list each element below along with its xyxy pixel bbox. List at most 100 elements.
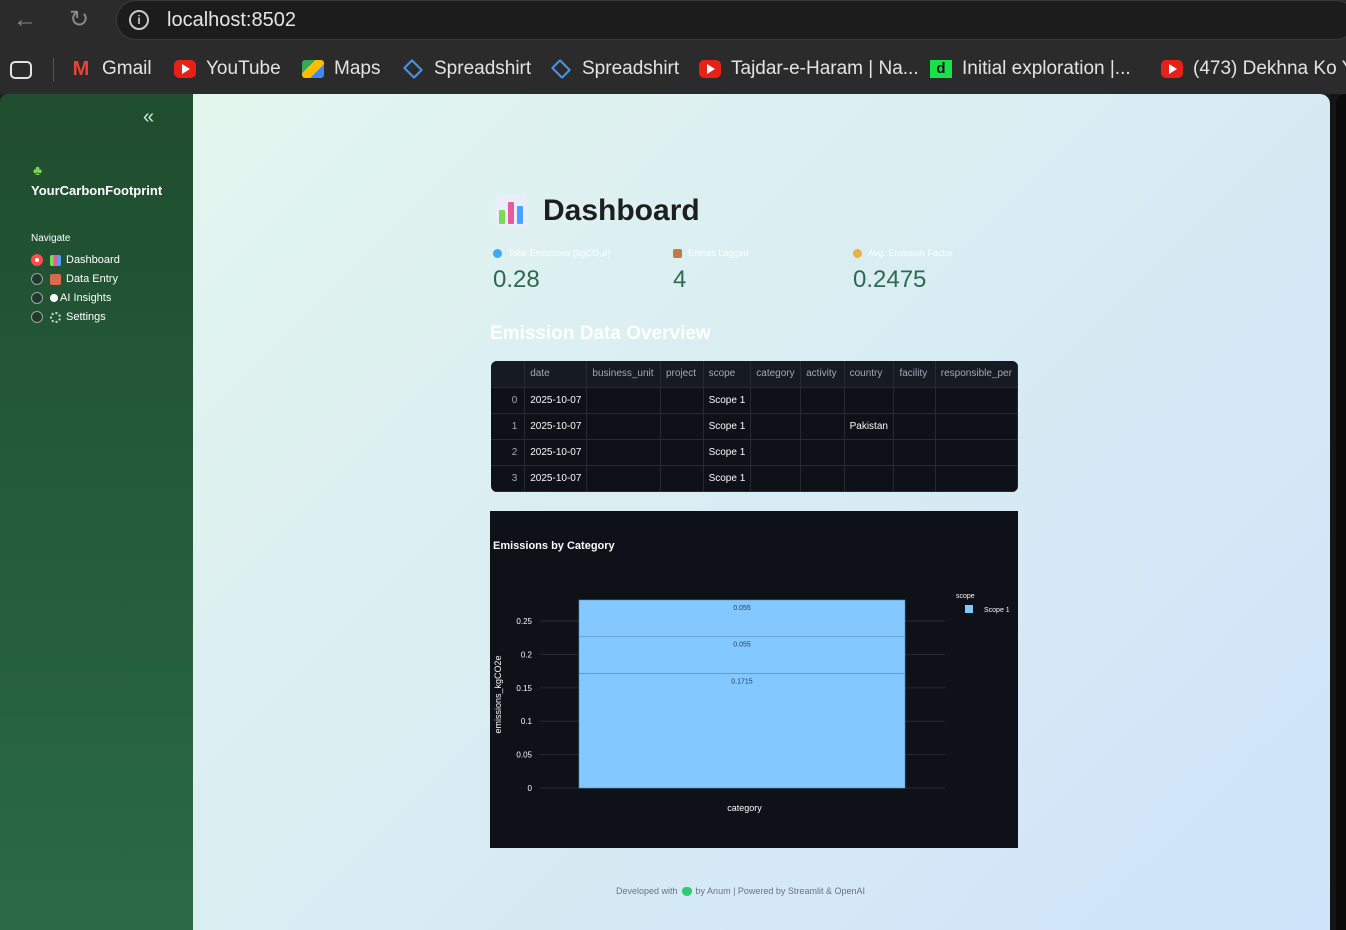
nav-item-dashboard[interactable]: Dashboard [31, 252, 120, 268]
table-row[interactable]: 0 2025-10-07 Scope 1 [491, 387, 1018, 414]
table-cell[interactable]: 2025-10-07 [524, 387, 588, 414]
row-index[interactable]: 2 [491, 439, 526, 466]
nav-item-label: Data Entry [66, 273, 118, 285]
package-icon [673, 248, 682, 258]
column-header[interactable]: business_unit [586, 361, 661, 388]
table-cell[interactable]: Scope 1 [703, 413, 752, 440]
table-row[interactable]: 2 2025-10-07 Scope 1 [491, 439, 1018, 466]
site-info-icon[interactable]: i [129, 10, 149, 30]
main-content: Dashboard Total Emissions (kgCO₂e) 0.28 … [193, 94, 1330, 930]
emissions-chart[interactable]: Emissions by Category 0 0.05 0.1 0.15 0.2 0.25… [490, 511, 1018, 848]
table-cell[interactable]: 2025-10-07 [524, 465, 588, 492]
reload-icon[interactable]: ↻ [64, 5, 94, 35]
column-header[interactable]: category [750, 361, 802, 388]
table-row[interactable]: 3 2025-10-07 Scope 1 [491, 465, 1018, 492]
bookmark-dekhna[interactable]: (473) Dekhna Ko Ya [1161, 58, 1346, 80]
table-cell[interactable] [586, 465, 661, 492]
bar-data-label: 0.055 [733, 605, 751, 612]
bookmark-spreadshirt-1[interactable]: Spreadshirt [402, 58, 531, 80]
address-bar[interactable]: i localhost:8502 [116, 0, 1346, 40]
nav-item-settings[interactable]: Settings [31, 309, 106, 325]
spreadshirt-icon [550, 58, 572, 80]
table-cell[interactable]: 2025-10-07 [524, 439, 588, 466]
y-tick-label: 0.05 [516, 751, 532, 760]
table-cell[interactable]: Scope 1 [703, 465, 752, 492]
table-cell[interactable] [800, 465, 845, 492]
bookmark-initial-exploration[interactable]: d Initial exploration |... [930, 58, 1131, 80]
row-index[interactable]: 0 [491, 387, 526, 414]
table-cell[interactable] [935, 387, 1018, 414]
table-row[interactable]: 1 2025-10-07 Scope 1 Pakistan [491, 413, 1018, 440]
table-cell[interactable] [660, 387, 704, 414]
radio-selected[interactable] [31, 254, 43, 266]
column-header[interactable]: scope [703, 361, 752, 388]
table-cell[interactable] [660, 413, 704, 440]
table-cell[interactable] [893, 439, 936, 466]
bookmark-spreadshirt-2[interactable]: Spreadshirt [550, 58, 679, 80]
chart-title: Emissions by Category [493, 540, 616, 552]
row-index[interactable]: 3 [491, 465, 526, 492]
column-header[interactable] [491, 361, 526, 388]
metric-value: 0.28 [493, 266, 540, 293]
table-cell[interactable] [800, 413, 845, 440]
bookmark-maps[interactable]: Maps [302, 58, 380, 80]
bookmark-label: Maps [334, 58, 381, 79]
metric-label: Total Emissions (kgCO₂e) [508, 248, 611, 258]
column-header[interactable]: facility [893, 361, 936, 388]
table-cell[interactable] [844, 465, 895, 492]
table-cell[interactable] [800, 439, 845, 466]
table-cell[interactable] [750, 387, 802, 414]
table-cell[interactable] [893, 387, 936, 414]
bookmark-label: Spreadshirt [582, 58, 680, 79]
table-cell[interactable] [586, 439, 661, 466]
table-cell[interactable] [935, 439, 1018, 466]
table-cell[interactable]: 2025-10-07 [524, 413, 588, 440]
collapse-sidebar-icon[interactable]: « [143, 106, 154, 129]
nav-item-data-entry[interactable]: Data Entry [31, 271, 118, 287]
tab-search-icon[interactable] [10, 59, 42, 81]
table-cell[interactable]: Scope 1 [703, 387, 752, 414]
table-cell[interactable] [893, 465, 936, 492]
column-header[interactable]: country [844, 361, 895, 388]
table-cell[interactable] [935, 465, 1018, 492]
browser-toolbar: ← ↻ i localhost:8502 [0, 0, 1346, 42]
bar-segment [578, 673, 906, 789]
metric-label: Entries Logged [688, 248, 749, 258]
column-header[interactable]: responsible_per [935, 361, 1018, 388]
table-cell[interactable] [586, 413, 661, 440]
table-cell[interactable] [893, 413, 936, 440]
back-arrow-icon[interactable]: ← [10, 5, 40, 35]
bookmark-gmail[interactable]: M Gmail [70, 58, 152, 80]
table-cell[interactable]: Scope 1 [703, 439, 752, 466]
radio-unselected[interactable] [31, 311, 43, 323]
column-header[interactable]: project [660, 361, 704, 388]
metric-total-emissions: Total Emissions (kgCO₂e) 0.28 [493, 248, 611, 294]
table-cell[interactable]: Pakistan [844, 413, 895, 440]
bookmarks-bar: M Gmail YouTube Maps Spreadshirt Spreads… [0, 42, 1346, 94]
table-cell[interactable] [844, 387, 895, 414]
column-header[interactable]: date [524, 361, 588, 388]
bookmark-tajdar[interactable]: Tajdar-e-Haram | Na... [699, 58, 919, 80]
radio-unselected[interactable] [31, 273, 43, 285]
bookmark-youtube[interactable]: YouTube [174, 58, 281, 80]
table-cell[interactable] [750, 465, 802, 492]
url-text: localhost:8502 [167, 9, 296, 31]
youtube-icon [174, 60, 196, 78]
bookmark-label: Gmail [102, 58, 152, 79]
youtube-icon [1161, 60, 1183, 78]
table-cell[interactable] [586, 387, 661, 414]
radio-unselected[interactable] [31, 292, 43, 304]
table-cell[interactable] [750, 439, 802, 466]
table-cell[interactable] [660, 465, 704, 492]
table-cell[interactable] [750, 413, 802, 440]
nav-item-ai-insights[interactable]: AI Insights [31, 290, 111, 306]
column-header[interactable]: activity [800, 361, 845, 388]
data-table[interactable]: date business_unit project scope categor… [491, 361, 1018, 492]
datacamp-icon: d [930, 60, 952, 78]
table-cell[interactable] [844, 439, 895, 466]
bar-data-label: 0.055 [733, 642, 751, 649]
table-cell[interactable] [800, 387, 845, 414]
table-cell[interactable] [660, 439, 704, 466]
table-cell[interactable] [935, 413, 1018, 440]
row-index[interactable]: 1 [491, 413, 526, 440]
